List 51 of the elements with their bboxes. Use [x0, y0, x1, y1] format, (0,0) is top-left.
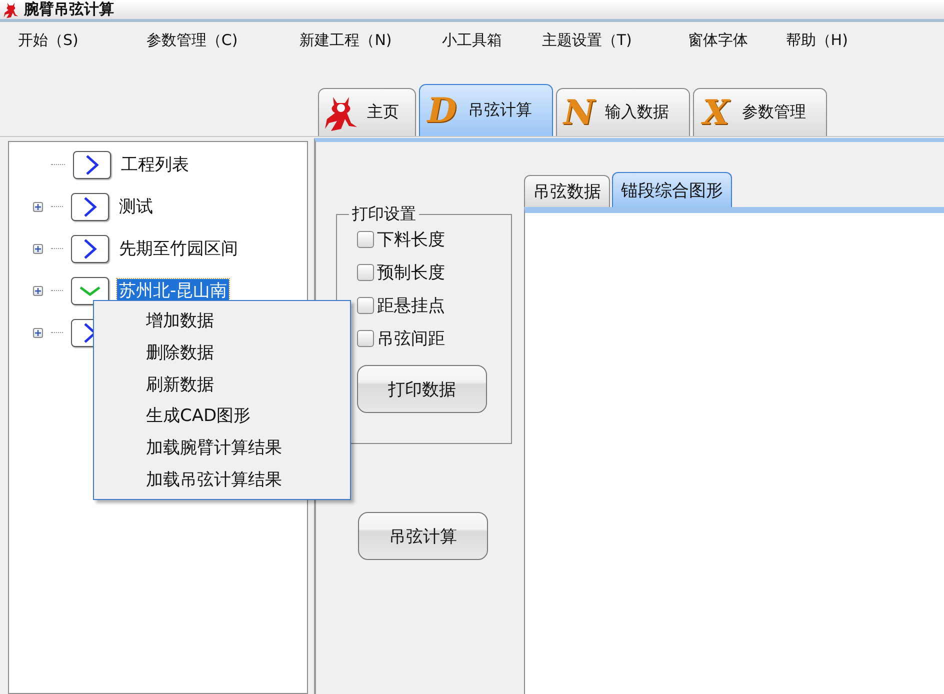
checkbox[interactable] [357, 230, 374, 248]
context-menu-item[interactable]: 生成CAD图形 [94, 400, 350, 432]
chevron-right-icon [83, 238, 97, 260]
checkbox-label: 预制长度 [377, 262, 445, 284]
menu-item[interactable]: 新建工程（N) [300, 30, 392, 50]
letter-logo-icon: X [698, 92, 734, 132]
checkbox[interactable] [357, 330, 374, 346]
print-data-button[interactable]: 打印数据 [357, 365, 487, 413]
context-menu-item[interactable]: 删除数据 [94, 336, 350, 368]
checkbox-label: 下料长度 [377, 228, 445, 250]
tree-item[interactable]: 先期至竹园区间 [117, 237, 240, 260]
menu-item[interactable]: 帮助（H) [786, 30, 848, 50]
calculate-button[interactable]: 吊弦计算 [358, 512, 488, 560]
chevron-right-icon [85, 154, 99, 176]
expand-icon[interactable] [33, 202, 43, 212]
menu-item[interactable]: 开始（S) [18, 30, 78, 50]
tab[interactable]: D 吊弦计算 [419, 84, 553, 136]
tab[interactable]: 吊弦数据 [524, 175, 610, 207]
node-icon[interactable] [73, 150, 111, 178]
expand-icon[interactable] [33, 286, 43, 296]
node-icon[interactable] [71, 192, 109, 220]
checkbox-label: 距悬挂点 [377, 294, 445, 316]
letter-logo-icon: D [424, 90, 460, 130]
node-icon[interactable] [71, 234, 109, 262]
context-menu-item[interactable]: 加载吊弦计算结果 [94, 463, 350, 496]
group-title: 打印设置 [351, 204, 417, 225]
letter-logo-icon: N [561, 92, 597, 132]
tree-item[interactable]: 苏州北-昆山南 [117, 279, 230, 302]
menu-item[interactable]: 参数管理（C) [146, 30, 238, 50]
context-menu-item[interactable]: 刷新数据 [94, 368, 350, 400]
checkbox[interactable] [357, 296, 374, 314]
expand-icon[interactable] [33, 244, 43, 254]
context-menu-item[interactable]: 增加数据 [94, 305, 350, 337]
chevron-down-icon [79, 286, 101, 296]
tab[interactable]: N 输入数据 [556, 88, 690, 136]
checkbox-label: 吊弦间距 [377, 328, 445, 350]
context-menu-item[interactable]: 加载腕臂计算结果 [94, 432, 350, 464]
app-logo-icon [2, 0, 20, 18]
tab[interactable]: 主页 [318, 88, 416, 136]
window-title: 腕臂吊弦计算 [24, 0, 114, 19]
node-icon[interactable] [71, 276, 109, 304]
checkbox[interactable] [357, 264, 374, 280]
tree-item[interactable]: 工程列表 [119, 153, 191, 176]
chevron-right-icon [83, 196, 97, 218]
menu-item[interactable]: 窗体字体 [688, 30, 748, 50]
tab[interactable]: 锚段综合图形 [612, 172, 732, 207]
menu-item[interactable]: 小工具箱 [442, 30, 502, 50]
expand-icon[interactable] [33, 328, 43, 338]
tab[interactable]: X 参数管理 [693, 88, 827, 136]
tree-item[interactable]: 测试 [117, 195, 155, 218]
menu-item[interactable]: 主题设置（T) [542, 30, 632, 50]
